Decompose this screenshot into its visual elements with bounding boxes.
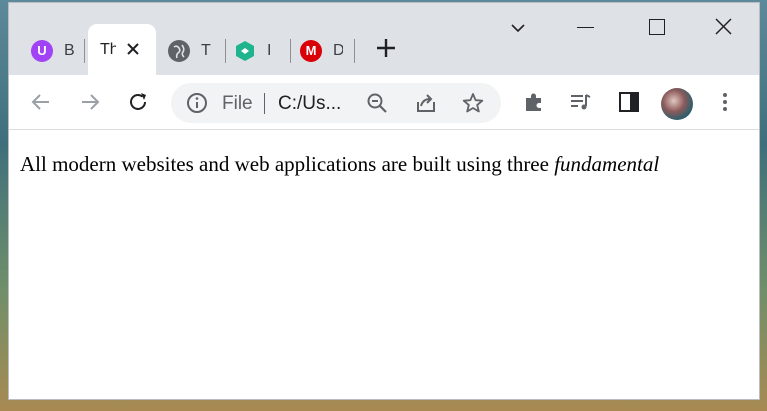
maximize-button[interactable] (649, 19, 665, 35)
back-arrow-icon[interactable] (29, 90, 53, 114)
mega-icon: M (300, 39, 322, 62)
info-icon[interactable] (185, 91, 209, 120)
minimize-button[interactable] (577, 27, 594, 28)
profile-avatar[interactable] (661, 88, 693, 120)
media-queue-icon[interactable] (568, 90, 592, 114)
tab-4[interactable]: I (234, 26, 277, 75)
close-window-button[interactable] (715, 15, 732, 41)
tab-3[interactable]: T (168, 26, 211, 75)
paragraph-italic-text: fundamental (554, 152, 660, 176)
tab-separator (225, 39, 226, 63)
url-text[interactable]: C:/Us... (278, 93, 341, 115)
tab-separator (290, 39, 291, 63)
page-content: All modern websites and web applications… (9, 130, 759, 399)
tab-title: I (267, 41, 272, 59)
bookmark-star-icon[interactable] (461, 92, 485, 119)
address-divider (264, 93, 265, 114)
tab-search-chevron-down-icon[interactable] (510, 17, 526, 44)
tab-title: D (333, 41, 343, 59)
share-icon[interactable] (414, 92, 438, 119)
address-bar[interactable]: File C:/Us... (171, 83, 501, 123)
tab-separator (84, 39, 85, 63)
browser-window: U B Th T I M D File C:/Us... All modern … (9, 3, 759, 399)
menu-kebab-icon[interactable] (713, 90, 737, 114)
reload-icon[interactable] (126, 90, 150, 114)
new-tab-button[interactable] (375, 36, 397, 64)
tab-1[interactable]: U B (31, 26, 74, 75)
tab-separator (354, 39, 355, 63)
paragraph-text: All modern websites and web applications… (20, 152, 555, 176)
toolbar: File C:/Us... (9, 75, 759, 130)
tab-active[interactable]: Th (88, 24, 156, 75)
tab-title: B (64, 41, 74, 59)
forward-arrow-icon[interactable] (78, 90, 102, 114)
tab-title: Th (100, 40, 116, 58)
close-tab-icon[interactable] (126, 40, 140, 60)
scheme-label: File (222, 93, 253, 114)
zoom-icon[interactable] (366, 92, 388, 119)
tab-5[interactable]: M D (300, 26, 343, 75)
tab-strip: U B Th T I M D (9, 3, 759, 75)
page-paragraph: All modern websites and web applications… (20, 152, 659, 177)
globe-icon (168, 39, 190, 62)
tab-title: T (201, 41, 211, 59)
extensions-puzzle-icon[interactable] (522, 90, 546, 114)
side-panel-icon[interactable] (617, 90, 641, 114)
green-hex-icon (234, 40, 256, 62)
u-logo-icon: U (31, 39, 53, 62)
